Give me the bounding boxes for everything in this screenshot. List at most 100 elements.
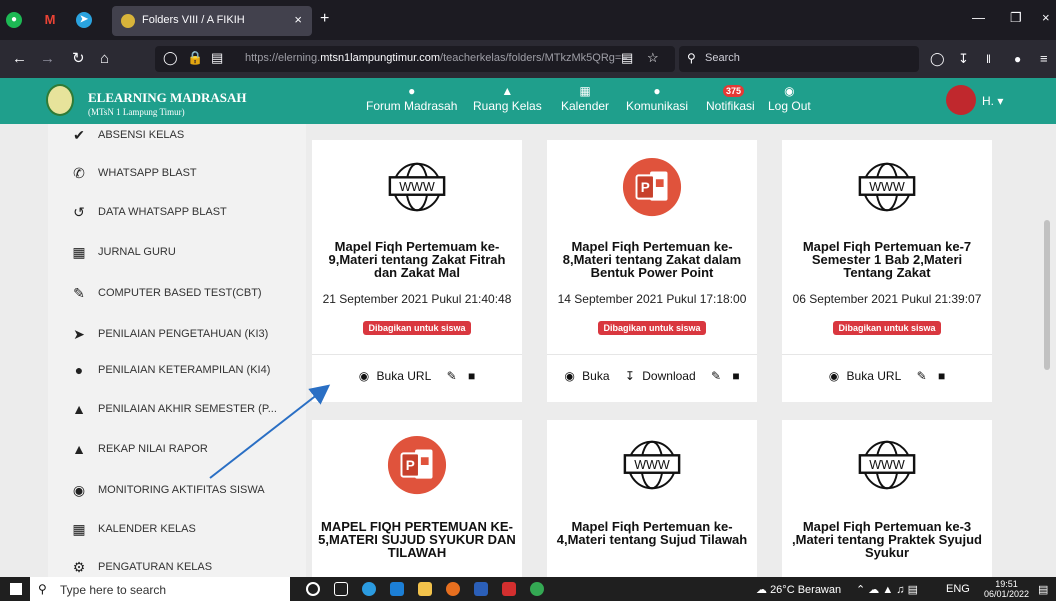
trash-icon[interactable]: ■ bbox=[938, 369, 945, 383]
taskbar-search-input[interactable]: ⚲ Type here to search bbox=[30, 577, 290, 601]
sidebar-item-cbt[interactable]: ✎ COMPUTER BASED TEST(CBT) bbox=[68, 282, 261, 304]
calendar-icon: ▦ bbox=[72, 520, 86, 537]
calendar-icon: ▦ bbox=[72, 243, 86, 260]
svg-text:P: P bbox=[641, 180, 650, 195]
chevron-circle-icon: ◉ bbox=[784, 84, 795, 98]
firefox-icon[interactable] bbox=[446, 582, 460, 596]
avatar[interactable] bbox=[946, 85, 976, 115]
reader-view-icon[interactable]: ▤ bbox=[621, 50, 633, 66]
edit-icon[interactable]: ✎ bbox=[447, 369, 457, 383]
open-button[interactable]: ◉ Buka bbox=[564, 369, 613, 383]
sidebar: ✔ ABSENSI KELAS ✆ WHATSAPP BLAST ↺ DATA … bbox=[48, 124, 306, 577]
tab-close-icon[interactable]: × bbox=[294, 12, 302, 27]
sidebar-item-absensi-kelas[interactable]: ✔ ABSENSI KELAS bbox=[68, 124, 184, 146]
sidebar-item-penilaian-pengetahuan[interactable]: ➤ PENILAIAN PENGETAHUAN (KI3) bbox=[68, 323, 268, 345]
gear-icon: ⚙ bbox=[72, 558, 86, 575]
weather-widget[interactable]: ☁ 26°C Berawan bbox=[756, 583, 841, 596]
sidebar-item-rekap-nilai-rapor[interactable]: ▲ REKAP NILAI RAPOR bbox=[68, 438, 208, 460]
chrome-icon[interactable] bbox=[530, 582, 544, 596]
brand-title[interactable]: ELEARNING MADRASAH bbox=[88, 90, 247, 106]
nav-forum-madrasah[interactable]: ● Forum Madrasah bbox=[366, 84, 457, 114]
folder-card[interactable]: WWW Mapel Fiqh Pertemuan ke-4,Materi ten… bbox=[547, 420, 757, 577]
sidebar-item-penilaian-keterampilan[interactable]: ● PENILAIAN KETERAMPILAN (KI4) bbox=[68, 359, 271, 381]
browser-tab[interactable]: Folders VIII / A FIKIH × bbox=[112, 6, 312, 36]
task-view-icon[interactable] bbox=[334, 582, 348, 596]
svg-text:WWW: WWW bbox=[399, 180, 435, 194]
lock-icon[interactable]: 🔒 bbox=[187, 50, 203, 66]
open-url-button[interactable]: ◉ Buka URL bbox=[359, 369, 436, 383]
menu-icon[interactable]: ≡ bbox=[1040, 50, 1048, 68]
close-window-icon[interactable]: × bbox=[1042, 10, 1050, 25]
nav-komunikasi[interactable]: ● Komunikasi bbox=[626, 84, 688, 114]
search-input[interactable]: ⚲ Search bbox=[679, 46, 919, 72]
open-url-button[interactable]: ◉ Buka URL bbox=[829, 369, 906, 383]
language-indicator[interactable]: ENG bbox=[946, 583, 970, 595]
folder-card[interactable]: WWW Mapel Fiqh Pertemuam ke-9,Materi ten… bbox=[312, 140, 522, 402]
svg-text:WWW: WWW bbox=[869, 458, 905, 472]
page-scrollbar[interactable] bbox=[1044, 220, 1050, 370]
trash-icon[interactable]: ■ bbox=[468, 369, 475, 383]
svg-text:WWW: WWW bbox=[869, 180, 905, 194]
pocket-icon[interactable]: ◯ bbox=[930, 50, 945, 68]
folder-card[interactable]: WWW Mapel Fiqh Pertemuan ke-3 ,Materi te… bbox=[782, 420, 992, 577]
card-date: 14 September 2021 Pukul 17:18:00 bbox=[557, 292, 747, 306]
file-explorer-icon[interactable] bbox=[418, 582, 432, 596]
back-icon[interactable]: ← bbox=[12, 50, 27, 68]
taskbar-clock[interactable]: 19:51 06/01/2022 bbox=[984, 579, 1029, 599]
windows-start-icon[interactable] bbox=[10, 583, 22, 595]
folder-card[interactable]: P Mapel Fiqh Pertemuan ke-8,Materi tenta… bbox=[547, 140, 757, 402]
status-badge: Dibagikan untuk siswa bbox=[547, 318, 757, 336]
trash-icon[interactable]: ■ bbox=[732, 369, 739, 383]
nav-kalender[interactable]: ▦ Kalender bbox=[561, 84, 609, 114]
madrasah-logo[interactable] bbox=[46, 84, 74, 116]
maximize-icon[interactable]: ❐ bbox=[1010, 10, 1022, 26]
status-badge: Dibagikan untuk siswa bbox=[312, 318, 522, 336]
nav-ruang-kelas[interactable]: ▲ Ruang Kelas bbox=[473, 84, 542, 114]
folder-card[interactable]: WWW Mapel Fiqh Pertemuan ke-7 Semester 1… bbox=[782, 140, 992, 402]
gmail-icon[interactable]: M bbox=[42, 12, 58, 28]
new-tab-button[interactable]: + bbox=[320, 10, 329, 28]
sidebar-item-whatsapp-blast[interactable]: ✆ WHATSAPP BLAST bbox=[68, 162, 197, 184]
sidebar-item-monitoring-aktifitas-siswa[interactable]: ◉ MONITORING AKTIFITAS SISWA bbox=[68, 479, 265, 501]
pdf-reader-icon[interactable] bbox=[502, 582, 516, 596]
bookmark-star-icon[interactable]: ☆ bbox=[647, 50, 659, 66]
cortana-icon[interactable] bbox=[306, 582, 320, 596]
system-tray-icons[interactable]: ⌃ ☁ ▲ ♫ ▤ bbox=[856, 583, 918, 596]
user-menu[interactable]: H. ▾ bbox=[982, 94, 1003, 108]
edit-icon[interactable]: ✎ bbox=[711, 369, 721, 383]
www-globe-icon: WWW bbox=[623, 440, 681, 490]
shield-icon[interactable]: ◯ bbox=[163, 50, 178, 66]
card-divider bbox=[312, 354, 522, 355]
sidebar-item-jurnal-guru[interactable]: ▦ JURNAL GURU bbox=[68, 241, 175, 263]
mail-icon[interactable] bbox=[390, 582, 404, 596]
rocket-icon: ➤ bbox=[73, 325, 85, 342]
sidebar-item-data-whatsapp-blast[interactable]: ↺ DATA WHATSAPP BLAST bbox=[68, 201, 227, 223]
card-title: Mapel Fiqh Pertemuan ke-4,Materi tentang… bbox=[556, 519, 748, 547]
www-globe-icon: WWW bbox=[858, 440, 916, 490]
sidebar-item-pengaturan-kelas[interactable]: ⚙ PENGATURAN KELAS bbox=[68, 556, 212, 577]
library-icon[interactable]: ‖ bbox=[986, 50, 991, 68]
home-icon[interactable]: ⌂ bbox=[100, 50, 109, 68]
sidebar-item-kalender-kelas[interactable]: ▦ KALENDER KELAS bbox=[68, 518, 195, 540]
edge-icon[interactable] bbox=[362, 582, 376, 596]
sidebar-item-penilaian-akhir-semester[interactable]: ▲ PENILAIAN AKHIR SEMESTER (P... bbox=[68, 398, 277, 420]
forward-icon[interactable]: → bbox=[40, 50, 55, 68]
permissions-icon[interactable]: ▤ bbox=[211, 50, 223, 66]
svg-text:WWW: WWW bbox=[634, 458, 670, 472]
folder-card[interactable]: P MAPEL FIQH PERTEMUAN KE-5,MATERI SUJUD… bbox=[312, 420, 522, 577]
nav-log-out[interactable]: ◉ Log Out bbox=[768, 84, 811, 114]
address-bar[interactable]: ◯ 🔒 ▤ https://elerning.mtsn1lampungtimur… bbox=[155, 46, 675, 72]
svg-text:P: P bbox=[406, 458, 415, 473]
telegram-icon[interactable]: ➤ bbox=[76, 12, 92, 28]
minimize-icon[interactable]: — bbox=[972, 10, 985, 25]
edit-icon[interactable]: ✎ bbox=[917, 369, 927, 383]
powerpoint-icon: P bbox=[622, 157, 682, 217]
account-icon[interactable]: ● bbox=[1014, 50, 1021, 68]
whatsapp-icon[interactable]: ● bbox=[6, 12, 22, 28]
word-icon[interactable] bbox=[474, 582, 488, 596]
download-button[interactable]: ↧ Download bbox=[625, 369, 700, 383]
reload-icon[interactable]: ↻ bbox=[72, 50, 85, 68]
url-text: https://elerning.mtsn1lampungtimur.com/t… bbox=[245, 52, 628, 64]
download-icon[interactable]: ↧ bbox=[958, 50, 969, 68]
notifications-icon[interactable]: ▤ bbox=[1038, 583, 1048, 596]
